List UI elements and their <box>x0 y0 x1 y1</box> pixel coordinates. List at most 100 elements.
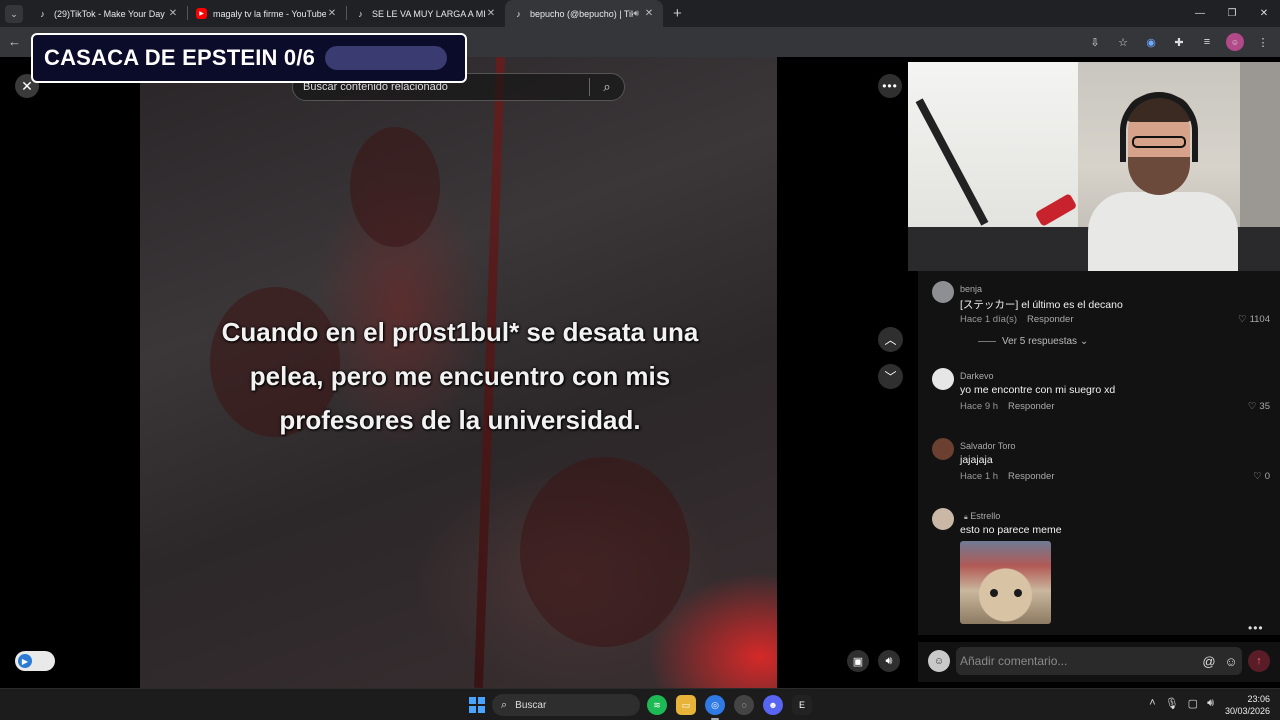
like-count[interactable]: ♡ 1104 <box>1238 314 1270 325</box>
comment-author[interactable]: Darkevo <box>960 371 994 381</box>
view-replies-label: Ver 5 respuestas <box>1002 336 1078 347</box>
chevron-up-icon[interactable]: ˄ <box>1149 697 1155 710</box>
avatar[interactable] <box>932 368 954 390</box>
close-tab-icon[interactable]: ✕ <box>167 8 179 19</box>
tiktok-icon: ♪ <box>358 8 363 19</box>
comment-more-options-icon[interactable]: ••• <box>1248 621 1264 635</box>
view-replies-link[interactable]: Ver 5 respuestas ⌄ <box>978 336 1088 347</box>
avatar[interactable] <box>932 281 954 303</box>
next-video-chevron-down-icon[interactable]: ﹀ <box>878 364 903 389</box>
video-caption: Cuando en el pr0st1bul* se desata una pe… <box>150 310 770 442</box>
overlay-title-text: CASACA DE EPSTEIN 0/6 <box>44 45 316 70</box>
like-count-value: 0 <box>1264 471 1270 482</box>
picture-in-picture-icon[interactable]: ▣ <box>847 650 869 672</box>
network-icon[interactable]: ▢ <box>1188 697 1198 710</box>
comment-author[interactable]: 🔒︎ Estrello <box>964 511 1000 522</box>
webcam-person-shape <box>1088 92 1238 271</box>
more-options-icon[interactable]: ••• <box>878 74 902 98</box>
tab-tiktok-home[interactable]: ♪ (29)TikTok - Make Your Day ✕ <box>29 0 187 27</box>
back-arrow-icon[interactable]: ← <box>8 34 21 49</box>
close-tab-icon[interactable]: ✕ <box>326 8 338 19</box>
windows-start-icon[interactable] <box>469 697 485 713</box>
search-icon[interactable]: ⌕ <box>590 79 624 95</box>
search-icon: ⌕ <box>501 698 508 711</box>
epic-games-icon[interactable]: E <box>792 695 812 715</box>
new-tab-icon[interactable]: + <box>673 5 682 22</box>
close-window-icon[interactable]: ✕ <box>1248 0 1280 27</box>
extensions-puzzle-icon[interactable]: ✚ <box>1170 33 1188 51</box>
tab-title: bepucho (@bepucho) | TikTok <box>530 8 634 19</box>
chrome-icon[interactable]: ◎ <box>705 695 725 720</box>
send-arrow-icon[interactable]: ↑ <box>1248 650 1270 672</box>
heart-icon: ♡ <box>1238 314 1247 325</box>
clock-date: 30/03/2026 <box>1224 706 1270 716</box>
comment-composer: ☺ @ ☺ ↑ <box>918 642 1280 682</box>
comment-author[interactable]: Salvador Toro <box>960 441 1015 451</box>
restore-icon[interactable]: ❐ <box>1216 0 1248 27</box>
extension-audio-icon[interactable]: ◉ <box>1142 33 1160 51</box>
install-app-icon[interactable]: ⇩ <box>1086 33 1104 51</box>
chevron-down-icon: ⌄ <box>1079 336 1089 347</box>
menu-kebab-icon[interactable]: ⋮ <box>1254 33 1272 51</box>
like-count[interactable]: ♡ 0 <box>1253 471 1270 482</box>
tab-search-chevron-icon[interactable]: ⌄ <box>5 5 23 23</box>
obs-icon[interactable]: ◌ <box>734 695 754 715</box>
comment-text: [ステッカー] el último es el decano <box>960 299 1123 311</box>
mention-icon[interactable]: @ <box>1198 654 1220 669</box>
comment-item: benja [ステッカー] el último es el decano Hac… <box>932 273 1270 353</box>
volume-icon[interactable]: 🔊︎ <box>1207 697 1214 710</box>
comment-text: esto no parece meme <box>960 524 1062 536</box>
like-count[interactable]: ♡ 35 <box>1248 401 1270 412</box>
tab-title: SE LE VA MUY LARGA A MIKE A <box>372 8 485 19</box>
avatar[interactable] <box>932 438 954 460</box>
file-explorer-icon[interactable]: ▭ <box>676 695 696 715</box>
taskbar-search-label: Buscar <box>515 699 547 711</box>
comment-author-name: Estrello <box>970 511 1001 521</box>
reply-link[interactable]: Responder <box>1008 471 1054 482</box>
comment-time: Hace 1 h <box>960 471 999 482</box>
overlay-progress-bar <box>325 46 448 70</box>
media-controls-icon[interactable]: ≡ <box>1198 33 1216 51</box>
browser-tab-strip: ⌄ ♪ (29)TikTok - Make Your Day ✕ ▶ magal… <box>0 0 1280 27</box>
toolbar-actions: ⇩ ☆ ◉ ✚ ≡ ☺ ⋮ <box>1086 33 1272 51</box>
video-shadow-shape <box>350 127 440 247</box>
avatar[interactable] <box>932 508 954 530</box>
autoscroll-toggle[interactable]: ▶ <box>15 651 55 671</box>
spotify-icon[interactable]: ≋ <box>647 695 667 715</box>
microphone-icon[interactable]: 🎙︎ <box>1165 697 1179 710</box>
reply-link[interactable]: Responder <box>1008 401 1054 412</box>
bookmark-star-icon[interactable]: ☆ <box>1114 33 1132 51</box>
avatar[interactable]: ☺ <box>928 650 950 672</box>
close-tab-icon[interactable]: ✕ <box>643 8 655 19</box>
close-tab-icon[interactable]: ✕ <box>485 8 497 19</box>
comment-meta: Hace 1 h Responder <box>960 471 1055 482</box>
caption-line: profesores de la universidad. <box>279 405 641 435</box>
speaker-icon[interactable]: 🔊︎ <box>633 8 639 19</box>
comment-input[interactable] <box>956 654 1198 668</box>
profile-avatar-icon[interactable]: ☺ <box>1226 33 1244 51</box>
person-shirt-shape <box>1088 192 1238 271</box>
tab-title: (29)TikTok - Make Your Day <box>54 8 165 19</box>
tab-tiktok-video[interactable]: ♪ SE LE VA MUY LARGA A MIKE A ✕ <box>347 0 505 27</box>
taskbar-clock[interactable]: 23:06 30/03/2026 <box>1225 693 1270 717</box>
previous-video-chevron-up-icon[interactable]: ︿ <box>878 327 903 352</box>
comment-text: yo me encontre con mi suegro xd <box>960 384 1116 396</box>
discord-icon[interactable]: ☻ <box>763 695 783 715</box>
comment-sticker-image[interactable] <box>960 541 1051 624</box>
taskbar-search[interactable]: ⌕ Buscar <box>492 694 640 716</box>
tab-bepucho[interactable]: ♪ bepucho (@bepucho) | TikTok 🔊︎ ✕ <box>505 0 663 27</box>
tab-youtube[interactable]: ▶ magaly tv la firme - YouTube ✕ <box>188 0 346 27</box>
reply-link[interactable]: Responder <box>1027 314 1073 325</box>
comment-meta: Hace 1 día(s) Responder <box>960 314 1074 325</box>
volume-icon[interactable]: 🔊︎ <box>878 650 900 672</box>
streamer-webcam <box>908 62 1280 271</box>
person-beard-shape <box>1128 157 1190 195</box>
sticker-eye-shape <box>1014 589 1022 597</box>
tiktok-icon: ♪ <box>40 8 45 19</box>
comment-item: Salvador Toro jajajaja Hace 1 h Responder… <box>932 430 1270 490</box>
caption-line: Cuando en el pr0st1bul* se desata una <box>221 317 699 347</box>
stream-overlay-title: CASACA DE EPSTEIN 0/6 <box>31 33 467 83</box>
emoji-icon[interactable]: ☺ <box>1220 654 1242 669</box>
minimize-icon[interactable]: — <box>1184 0 1216 27</box>
comment-author[interactable]: benja <box>960 284 982 294</box>
